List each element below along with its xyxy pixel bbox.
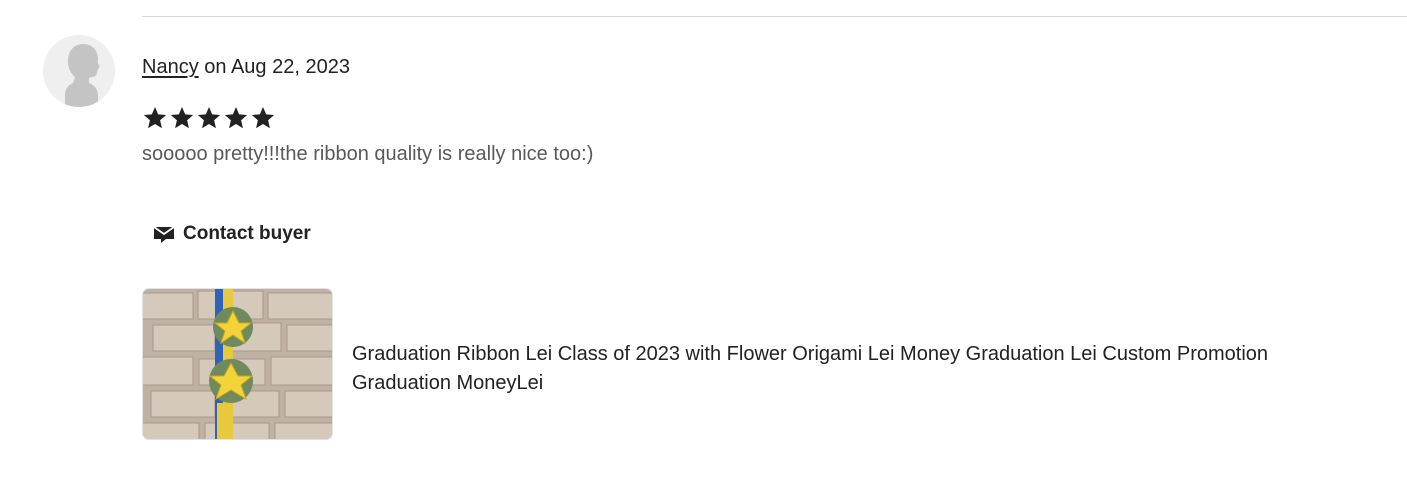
mail-icon: [152, 222, 176, 246]
listing-title-link[interactable]: Graduation Ribbon Lei Class of 2023 with…: [352, 340, 1312, 398]
review-date: on Aug 22, 2023: [198, 56, 350, 78]
contact-buyer-button[interactable]: Contact buyer: [142, 214, 321, 254]
reviewer-name-link[interactable]: Nancy: [142, 56, 199, 78]
review-text: sooooo pretty!!!the ribbon quality is re…: [142, 143, 594, 165]
star-icon: [169, 105, 195, 133]
star-icon: [223, 105, 249, 133]
star-icon: [142, 105, 168, 133]
default-user-avatar-icon: [43, 35, 115, 107]
listing-thumbnail[interactable]: [142, 288, 333, 440]
star-icon: [250, 105, 276, 133]
section-divider: [142, 16, 1407, 17]
contact-buyer-label: Contact buyer: [183, 223, 311, 244]
review-meta: Nancy on Aug 22, 2023: [142, 53, 350, 81]
star-icon: [196, 105, 222, 133]
star-rating: [142, 105, 276, 133]
reviewer-avatar: [43, 35, 115, 107]
